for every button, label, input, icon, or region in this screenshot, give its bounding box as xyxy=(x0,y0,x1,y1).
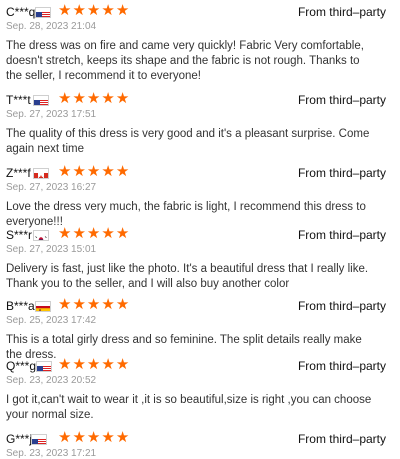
review-source-label: From third–party xyxy=(297,228,386,242)
review-item: Q***g ★★★★★ From third–party Sep. 23, 2023 … xyxy=(0,356,400,421)
review-date: Sep. 25, 2023 17:42 xyxy=(6,315,97,326)
star-icon: ★ xyxy=(115,90,131,107)
country-flag-icon xyxy=(33,168,49,179)
review-source-label: From third–party xyxy=(297,166,386,180)
reviewer-name: S***r xyxy=(6,228,33,242)
star-icon: ★ xyxy=(115,163,131,180)
star-icon: ★ xyxy=(86,225,102,242)
rating-stars: ★★★★★ xyxy=(58,2,130,20)
review-source-label: From third–party xyxy=(297,299,386,313)
country-flag-icon xyxy=(33,230,49,241)
star-icon: ★ xyxy=(86,90,102,107)
star-icon: ★ xyxy=(86,356,102,373)
star-icon: ★ xyxy=(101,2,116,19)
rating-stars: ★★★★★ xyxy=(58,225,130,243)
star-icon: ★ xyxy=(101,225,116,242)
review-text: The dress was on fire and came very quic… xyxy=(6,40,364,82)
star-icon: ★ xyxy=(115,2,131,19)
star-icon: ★ xyxy=(72,429,87,446)
reviewer-name: T***t xyxy=(6,93,31,107)
star-icon: ★ xyxy=(86,429,102,446)
review-source-label: From third–party xyxy=(297,5,386,19)
star-icon: ★ xyxy=(58,225,73,242)
star-icon: ★ xyxy=(86,296,102,313)
country-flag-icon xyxy=(36,361,52,372)
star-icon: ★ xyxy=(72,163,87,180)
review-item: Z***f ★★★★★ From third–party Sep. 27, 2023 … xyxy=(0,163,400,228)
review-item: T***t ★★★★★ From third–party Sep. 27, 2023 … xyxy=(0,90,400,155)
star-icon: ★ xyxy=(58,163,73,180)
review-text: Delivery is fast, just like the photo. I… xyxy=(6,263,369,290)
reviewer-name: G***j xyxy=(6,432,33,446)
star-icon: ★ xyxy=(115,296,131,313)
rating-stars: ★★★★★ xyxy=(58,90,130,108)
country-flag-icon xyxy=(33,95,49,106)
rating-stars: ★★★★★ xyxy=(58,429,130,447)
review-source-label: From third–party xyxy=(297,359,386,373)
star-icon: ★ xyxy=(72,90,87,107)
star-icon: ★ xyxy=(58,356,73,373)
star-icon: ★ xyxy=(86,2,102,19)
star-icon: ★ xyxy=(72,356,87,373)
star-icon: ★ xyxy=(58,296,73,313)
star-icon: ★ xyxy=(101,296,116,313)
reviewer-name: B***a xyxy=(6,299,35,313)
country-flag-icon xyxy=(35,7,51,18)
star-icon: ★ xyxy=(101,429,116,446)
review-item: S***r ★★★★★ From third–party Sep. 27, 2023 … xyxy=(0,225,400,290)
review-date: Sep. 23, 2023 17:21 xyxy=(6,448,97,459)
country-flag-icon xyxy=(31,434,47,445)
reviewer-name: Q***g xyxy=(6,359,37,373)
review-text: I got it,can't wait to wear it ,it is so… xyxy=(6,394,372,421)
star-icon: ★ xyxy=(101,356,116,373)
star-icon: ★ xyxy=(115,225,131,242)
rating-stars: ★★★★★ xyxy=(58,356,130,374)
review-text: The quality of this dress is very good a… xyxy=(6,128,370,155)
reviewer-name: Z***f xyxy=(6,166,31,180)
review-item: B***a ★★★★★ From third–party Sep. 25, 2023 … xyxy=(0,296,400,361)
star-icon: ★ xyxy=(86,163,102,180)
star-icon: ★ xyxy=(72,296,87,313)
star-icon: ★ xyxy=(101,163,116,180)
star-icon: ★ xyxy=(101,90,116,107)
review-source-label: From third–party xyxy=(297,93,386,107)
country-flag-icon xyxy=(35,301,51,312)
review-date: Sep. 23, 2023 20:52 xyxy=(6,375,97,386)
review-date: Sep. 28, 2023 21:04 xyxy=(6,21,97,32)
rating-stars: ★★★★★ xyxy=(58,296,130,314)
review-item: C***q ★★★★★ From third–party Sep. 28, 2023 … xyxy=(0,2,400,82)
star-icon: ★ xyxy=(115,429,131,446)
review-date: Sep. 27, 2023 17:51 xyxy=(6,109,97,120)
review-date: Sep. 27, 2023 16:27 xyxy=(6,182,97,193)
rating-stars: ★★★★★ xyxy=(58,163,130,181)
reviewer-name: C***q xyxy=(6,5,36,19)
review-item: G***j ★★★★★ From third–party Sep. 23, 2023 … xyxy=(0,429,400,459)
review-source-label: From third–party xyxy=(297,432,386,446)
star-icon: ★ xyxy=(58,429,73,446)
review-list: C***q ★★★★★ From third–party Sep. 28, 2023 … xyxy=(0,0,400,459)
review-date: Sep. 27, 2023 15:01 xyxy=(6,244,97,255)
star-icon: ★ xyxy=(115,356,131,373)
star-icon: ★ xyxy=(58,2,73,19)
star-icon: ★ xyxy=(72,225,87,242)
star-icon: ★ xyxy=(58,90,73,107)
star-icon: ★ xyxy=(72,2,87,19)
